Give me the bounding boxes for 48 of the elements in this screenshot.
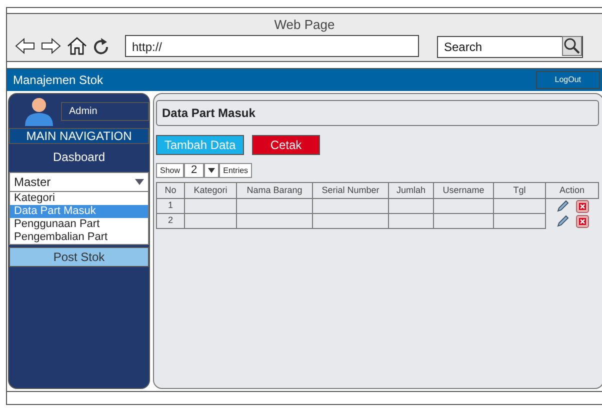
pencil-icon[interactable] [556, 214, 570, 228]
back-icon[interactable] [15, 38, 35, 54]
column-header: Tgl [494, 182, 546, 198]
user-name: Admin [61, 102, 149, 120]
print-button[interactable]: Cetak [252, 135, 320, 155]
post-stok-link[interactable]: Post Stok [9, 247, 149, 267]
column-header: Jumlah [388, 182, 434, 198]
table-cell: 2 [156, 214, 184, 228]
table-cell [388, 198, 434, 214]
home-icon[interactable] [67, 37, 87, 55]
pencil-icon[interactable] [556, 199, 570, 214]
avatar-icon [23, 96, 55, 126]
table-cell [434, 214, 494, 228]
table-cell [434, 198, 494, 214]
entries-label: Entries [219, 163, 252, 178]
column-header: Nama Barang [236, 182, 312, 198]
app-title: Manajemen Stok [13, 72, 104, 89]
delete-icon[interactable] [576, 200, 589, 213]
delete-icon[interactable] [576, 214, 589, 228]
table-cell [388, 214, 434, 228]
table-cell [494, 198, 546, 214]
forward-icon[interactable] [41, 38, 61, 54]
dashboard-link[interactable]: Dasboard [9, 146, 149, 168]
master-dropdown[interactable]: Master [9, 172, 149, 192]
logout-button[interactable]: LogOut [536, 71, 600, 89]
table-cell: 1 [156, 198, 184, 214]
dropdown-caret-icon [135, 179, 144, 185]
address-field[interactable]: http:// [125, 35, 419, 57]
menu-item[interactable]: Penggunaan Part [10, 218, 148, 231]
column-header: No [156, 182, 184, 198]
entries-caret[interactable] [204, 163, 220, 178]
entries-select[interactable]: 2 [184, 163, 204, 178]
column-header: Action [546, 182, 598, 198]
menu-item[interactable]: Pengembalian Part [10, 231, 148, 244]
window-title: Web Page [273, 17, 336, 33]
show-label: Show [156, 163, 184, 178]
table-cell [184, 214, 236, 228]
search-icon[interactable] [562, 36, 582, 56]
column-header: Serial Number [312, 182, 388, 198]
table-cell [494, 214, 546, 228]
column-header: Kategori [184, 182, 236, 198]
menu-item[interactable]: Kategori [10, 192, 148, 205]
reload-icon[interactable] [93, 37, 109, 55]
panel-title: Data Part Masuk [156, 100, 599, 126]
column-header: Username [434, 182, 494, 198]
dropdown-caret-icon [208, 168, 216, 173]
nav-heading: MAIN NAVIGATION [9, 128, 149, 144]
table-cell [184, 198, 236, 214]
